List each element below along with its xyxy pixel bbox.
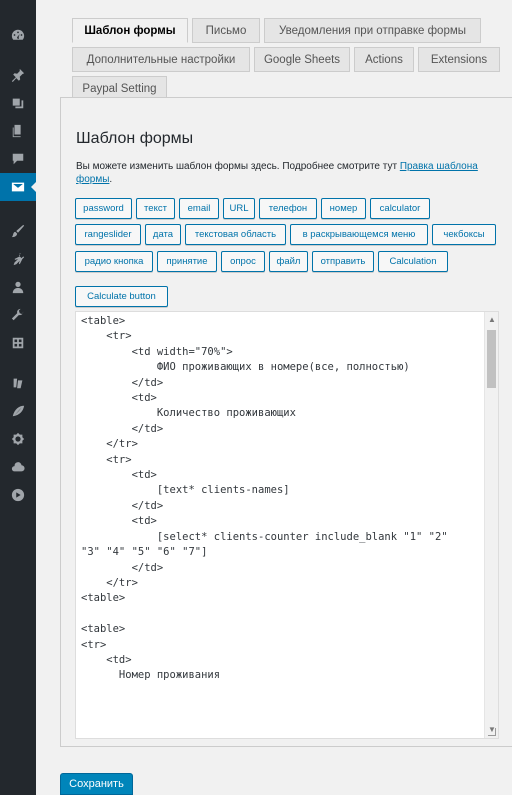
scroll-up-icon[interactable]: ▲ [485, 312, 498, 326]
tag-button-email[interactable]: email [179, 198, 219, 219]
tab-additional-settings[interactable]: Дополнительные настройки [72, 47, 250, 72]
panel-title: Шаблон формы [76, 130, 194, 147]
media-icon[interactable] [0, 89, 36, 117]
plugin-badge-icon[interactable] [0, 425, 36, 453]
panel-description: Вы можете изменить шаблон формы здесь. П… [76, 160, 496, 186]
tag-button-password[interactable]: password [75, 198, 132, 219]
tag-button-radio[interactable]: радио кнопка [75, 251, 153, 272]
tag-button-calculate[interactable]: Calculate button [75, 286, 168, 307]
tag-button-url[interactable]: URL [223, 198, 255, 219]
tag-button-file[interactable]: файл [269, 251, 308, 272]
tag-button-rangeslider[interactable]: rangeslider [75, 224, 141, 245]
tag-button-date[interactable]: дата [145, 224, 181, 245]
tab-extensions[interactable]: Extensions [418, 47, 500, 72]
plugin-leaf-icon[interactable] [0, 397, 36, 425]
tag-button-calculator[interactable]: calculator [370, 198, 430, 219]
mail-icon[interactable] [0, 173, 37, 201]
tab-notifications[interactable]: Уведомления при отправке формы [264, 18, 481, 43]
tag-button-acceptance[interactable]: принятие [157, 251, 217, 272]
tag-button-checkboxes[interactable]: чекбоксы [432, 224, 496, 245]
tag-button-calculation[interactable]: Calculation [378, 251, 448, 272]
admin-sidebar [0, 0, 37, 795]
tag-button-submit[interactable]: отправить [312, 251, 374, 272]
seo-icon[interactable] [0, 369, 36, 397]
form-template-panel: Шаблон формы Вы можете изменить шаблон ф… [60, 97, 512, 747]
resize-grip-icon[interactable] [488, 728, 496, 736]
editor-scrollbar[interactable]: ▲ ▼ [484, 312, 498, 738]
scroll-thumb[interactable] [487, 330, 496, 388]
settings-icon[interactable] [0, 329, 36, 357]
cloud-icon[interactable] [0, 453, 36, 481]
tag-button-dropdown[interactable]: в раскрывающемся меню [290, 224, 428, 245]
tag-button-text[interactable]: текст [136, 198, 175, 219]
description-text: Вы можете изменить шаблон формы здесь. П… [76, 161, 398, 172]
tab-mail[interactable]: Письмо [192, 18, 260, 43]
save-button[interactable]: Сохранить [60, 773, 133, 795]
tag-button-quiz[interactable]: опрос [221, 251, 265, 272]
tag-button-number[interactable]: номер [321, 198, 366, 219]
tools-icon[interactable] [0, 301, 36, 329]
tag-button-textarea[interactable]: текстовая область [185, 224, 286, 245]
appearance-icon[interactable] [0, 217, 36, 245]
form-template-editor[interactable]: <table> <tr> <td width="70%"> ФИО прожив… [75, 311, 499, 739]
play-icon[interactable] [0, 481, 36, 509]
plugins-icon[interactable] [0, 245, 36, 273]
pin-icon[interactable] [0, 61, 36, 89]
pages-icon[interactable] [0, 117, 36, 145]
dashboard-icon[interactable] [0, 21, 36, 49]
template-code[interactable]: <table> <tr> <td width="70%"> ФИО прожив… [81, 314, 483, 684]
tab-actions[interactable]: Actions [354, 47, 414, 72]
tab-google-sheets[interactable]: Google Sheets [254, 47, 350, 72]
description-suffix: . [109, 174, 113, 185]
tab-form-template[interactable]: Шаблон формы [72, 18, 188, 43]
tag-button-phone[interactable]: телефон [259, 198, 317, 219]
users-icon[interactable] [0, 273, 36, 301]
comments-icon[interactable] [0, 145, 36, 173]
